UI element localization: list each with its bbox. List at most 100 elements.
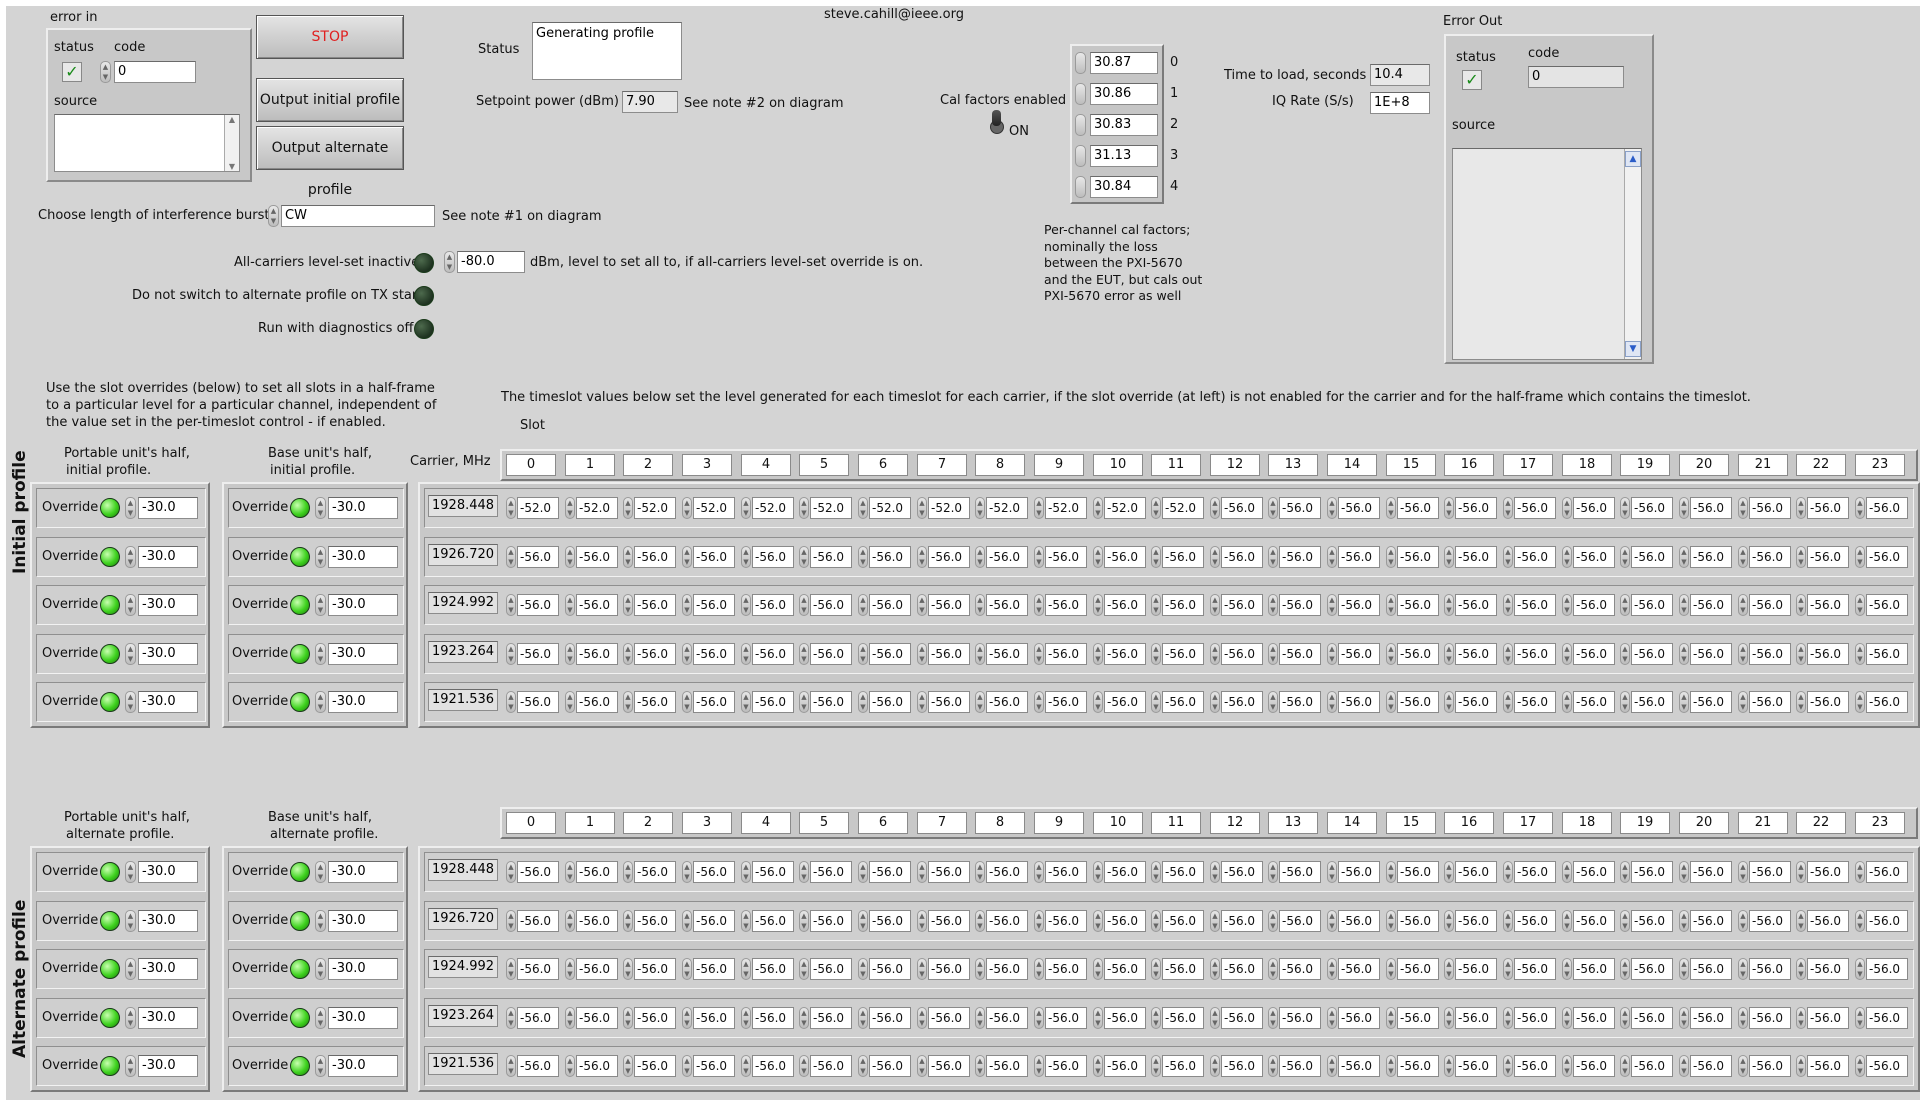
- timeslot-spinner[interactable]: ▲ ▼: [506, 691, 516, 713]
- timeslot-field[interactable]: -56.0: [752, 1055, 794, 1077]
- timeslot-field[interactable]: -56.0: [1866, 958, 1908, 980]
- timeslot-spinner[interactable]: ▲ ▼: [799, 497, 809, 519]
- timeslot-field[interactable]: -56.0: [928, 1055, 970, 1077]
- timeslot-spinner[interactable]: ▲ ▼: [682, 909, 692, 932]
- timeslot-spinner[interactable]: ▲ ▼: [1386, 909, 1396, 932]
- base-override-spinner[interactable]: ▲ ▼: [315, 861, 326, 883]
- timeslot-field[interactable]: -56.0: [1338, 691, 1380, 713]
- timeslot-field[interactable]: -56.0: [634, 958, 676, 980]
- timeslot-field[interactable]: -56.0: [1573, 691, 1615, 713]
- timeslot-field[interactable]: -56.0: [1221, 594, 1263, 616]
- timeslot-field[interactable]: -56.0: [1690, 691, 1732, 713]
- timeslot-field[interactable]: -56.0: [1514, 958, 1556, 980]
- timeslot-spinner[interactable]: ▲ ▼: [741, 691, 751, 713]
- timeslot-spinner[interactable]: ▲ ▼: [1268, 594, 1278, 616]
- base-override-spinner[interactable]: ▲ ▼: [315, 909, 326, 932]
- timeslot-field[interactable]: -56.0: [1221, 958, 1263, 980]
- timeslot-field[interactable]: -56.0: [1279, 642, 1321, 665]
- timeslot-spinner[interactable]: ▲ ▼: [741, 1055, 751, 1077]
- timeslot-spinner[interactable]: ▲ ▼: [1679, 545, 1689, 568]
- timeslot-field[interactable]: -56.0: [1573, 1055, 1615, 1077]
- base-override-field[interactable]: -30.0: [328, 909, 398, 932]
- timeslot-spinner[interactable]: ▲ ▼: [975, 594, 985, 616]
- timeslot-field[interactable]: -56.0: [1279, 861, 1321, 883]
- timeslot-field[interactable]: -56.0: [1749, 497, 1791, 519]
- timeslot-spinner[interactable]: ▲ ▼: [506, 1055, 516, 1077]
- timeslot-spinner[interactable]: ▲ ▼: [1796, 642, 1806, 665]
- timeslot-spinner[interactable]: ▲ ▼: [1444, 642, 1454, 665]
- base-override-spinner[interactable]: ▲ ▼: [315, 1006, 326, 1029]
- timeslot-spinner[interactable]: ▲ ▼: [917, 958, 927, 980]
- timeslot-field[interactable]: -56.0: [1573, 958, 1615, 980]
- error-in-source-scrollbar[interactable]: ▲ ▼: [224, 115, 239, 171]
- base-override-spinner[interactable]: ▲ ▼: [315, 958, 326, 980]
- timeslot-spinner[interactable]: ▲ ▼: [1562, 691, 1572, 713]
- timeslot-spinner[interactable]: ▲ ▼: [1210, 691, 1220, 713]
- timeslot-spinner[interactable]: ▲ ▼: [1503, 545, 1513, 568]
- base-override-field[interactable]: -30.0: [328, 958, 398, 980]
- timeslot-spinner[interactable]: ▲ ▼: [858, 1006, 868, 1029]
- timeslot-field[interactable]: -56.0: [1045, 861, 1087, 883]
- base-override-led[interactable]: [290, 498, 310, 518]
- timeslot-spinner[interactable]: ▲ ▼: [975, 691, 985, 713]
- timeslot-spinner[interactable]: ▲ ▼: [1562, 1055, 1572, 1077]
- timeslot-spinner[interactable]: ▲ ▼: [623, 909, 633, 932]
- timeslot-spinner[interactable]: ▲ ▼: [1562, 861, 1572, 883]
- timeslot-spinner[interactable]: ▲ ▼: [1562, 594, 1572, 616]
- timeslot-field[interactable]: -56.0: [1866, 1055, 1908, 1077]
- timeslot-spinner[interactable]: ▲ ▼: [1268, 642, 1278, 665]
- timeslot-field[interactable]: -56.0: [1397, 861, 1439, 883]
- timeslot-spinner[interactable]: ▲ ▼: [799, 642, 809, 665]
- timeslot-field[interactable]: -56.0: [1221, 909, 1263, 932]
- timeslot-spinner[interactable]: ▲ ▼: [1210, 497, 1220, 519]
- timeslot-spinner[interactable]: ▲ ▼: [1738, 691, 1748, 713]
- timeslot-field[interactable]: -56.0: [1104, 642, 1146, 665]
- timeslot-field[interactable]: -56.0: [1514, 497, 1556, 519]
- base-override-spinner[interactable]: ▲ ▼: [315, 497, 326, 519]
- timeslot-spinner[interactable]: ▲ ▼: [1562, 545, 1572, 568]
- portable-override-spinner[interactable]: ▲ ▼: [125, 497, 136, 519]
- timeslot-field[interactable]: -56.0: [928, 594, 970, 616]
- timeslot-spinner[interactable]: ▲ ▼: [1151, 545, 1161, 568]
- timeslot-field[interactable]: -52.0: [517, 497, 559, 519]
- diagnostics-led[interactable]: [414, 319, 434, 339]
- timeslot-field[interactable]: -56.0: [1631, 1006, 1673, 1029]
- timeslot-field[interactable]: -56.0: [1338, 1055, 1380, 1077]
- portable-override-spinner[interactable]: ▲ ▼: [125, 909, 136, 932]
- base-override-field[interactable]: -30.0: [328, 545, 398, 568]
- timeslot-field[interactable]: -56.0: [1455, 1055, 1497, 1077]
- base-override-led[interactable]: [290, 692, 310, 712]
- timeslot-field[interactable]: -56.0: [1866, 545, 1908, 568]
- timeslot-field[interactable]: -56.0: [1397, 497, 1439, 519]
- timeslot-field[interactable]: -56.0: [1338, 497, 1380, 519]
- timeslot-spinner[interactable]: ▲ ▼: [917, 594, 927, 616]
- timeslot-field[interactable]: -56.0: [752, 958, 794, 980]
- timeslot-field[interactable]: -56.0: [1162, 1055, 1204, 1077]
- portable-override-field[interactable]: -30.0: [138, 545, 198, 568]
- timeslot-field[interactable]: -56.0: [1455, 861, 1497, 883]
- base-override-led[interactable]: [290, 595, 310, 615]
- timeslot-field[interactable]: -56.0: [1104, 594, 1146, 616]
- burst-length-field[interactable]: CW: [281, 205, 435, 227]
- timeslot-spinner[interactable]: ▲ ▼: [1620, 861, 1630, 883]
- timeslot-spinner[interactable]: ▲ ▼: [623, 642, 633, 665]
- timeslot-spinner[interactable]: ▲ ▼: [1327, 691, 1337, 713]
- timeslot-spinner[interactable]: ▲ ▼: [1268, 861, 1278, 883]
- timeslot-spinner[interactable]: ▲ ▼: [741, 642, 751, 665]
- timeslot-field[interactable]: -56.0: [1045, 594, 1087, 616]
- timeslot-spinner[interactable]: ▲ ▼: [917, 861, 927, 883]
- timeslot-field[interactable]: -56.0: [1221, 497, 1263, 519]
- timeslot-field[interactable]: -56.0: [1807, 1006, 1849, 1029]
- timeslot-spinner[interactable]: ▲ ▼: [858, 909, 868, 932]
- timeslot-spinner[interactable]: ▲ ▼: [858, 594, 868, 616]
- timeslot-field[interactable]: -56.0: [1338, 545, 1380, 568]
- timeslot-field[interactable]: -56.0: [1514, 909, 1556, 932]
- timeslot-field[interactable]: -56.0: [1279, 909, 1321, 932]
- timeslot-spinner[interactable]: ▲ ▼: [917, 691, 927, 713]
- timeslot-spinner[interactable]: ▲ ▼: [1210, 1055, 1220, 1077]
- timeslot-field[interactable]: -56.0: [1338, 594, 1380, 616]
- timeslot-field[interactable]: -56.0: [1455, 1006, 1497, 1029]
- timeslot-spinner[interactable]: ▲ ▼: [1386, 642, 1396, 665]
- timeslot-field[interactable]: -56.0: [1866, 861, 1908, 883]
- portable-override-field[interactable]: -30.0: [138, 861, 198, 883]
